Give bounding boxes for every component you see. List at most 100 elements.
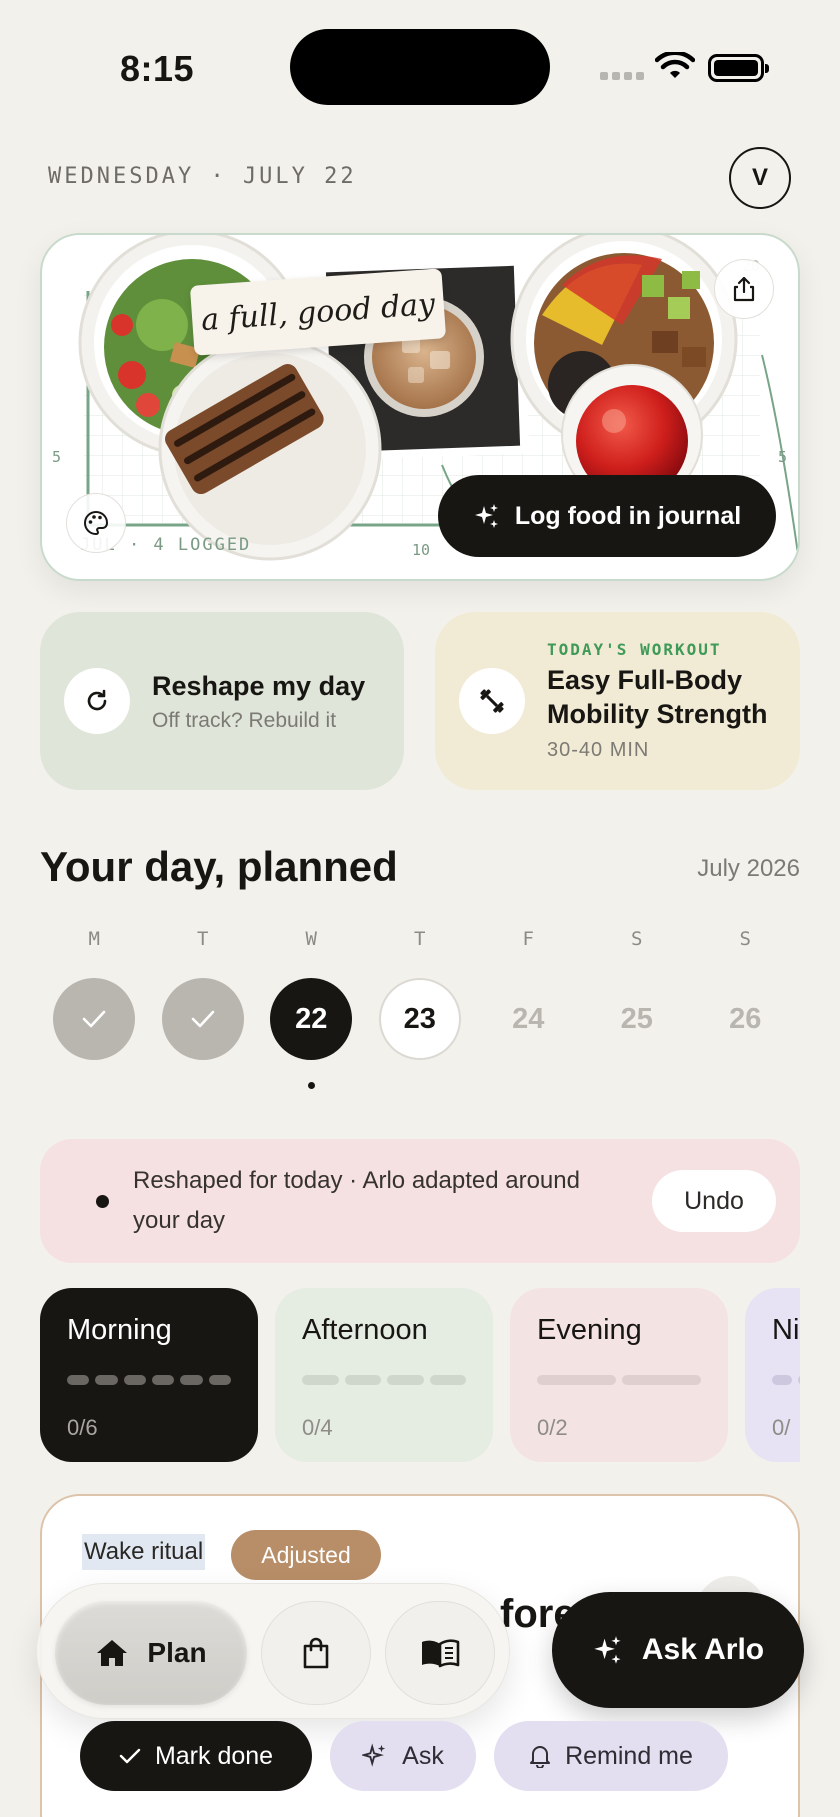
day-letter: W (305, 928, 317, 950)
slot-title: Morning (67, 1314, 172, 1346)
slot-morning[interactable]: Morning 0/6 (40, 1288, 258, 1462)
slot-count: 0/ (772, 1415, 791, 1440)
reshape-title: Reshape my day (152, 671, 366, 701)
planner-month[interactable]: July 2026 (697, 855, 800, 883)
bottom-nav: Plan (36, 1583, 510, 1719)
slot-count: 0/6 (67, 1415, 98, 1440)
remind-me-label: Remind me (565, 1741, 693, 1770)
palette-icon (84, 510, 109, 536)
reshape-subtitle: Off track? Rebuild it (152, 709, 337, 732)
battery-icon (708, 54, 769, 82)
slot-title: Ni (772, 1314, 800, 1346)
axis-label-left: 5 (52, 448, 61, 466)
day-letter: S (631, 928, 643, 950)
nav-plan-label: Plan (147, 1637, 207, 1668)
workout-title-line2: Mobility Strength (547, 699, 768, 729)
ask-arlo-label: Ask Arlo (641, 1633, 765, 1666)
workout-duration: 30-40 MIN (547, 739, 650, 761)
check-icon (191, 1010, 215, 1028)
planner-title: Your day, planned (40, 843, 398, 890)
dynamic-island (290, 29, 550, 105)
slot-progress (772, 1375, 800, 1385)
day-mon[interactable]: M (40, 928, 149, 1089)
log-food-label: Log food in journal (514, 501, 742, 530)
slot-count: 0/4 (302, 1415, 333, 1440)
day-letter: F (522, 928, 534, 950)
slot-night[interactable]: Ni 0/ (745, 1288, 800, 1462)
nav-journal-tab[interactable] (385, 1601, 495, 1705)
status-time: 8:15 (120, 48, 195, 89)
todays-workout-card[interactable]: TODAY'S WORKOUT Easy Full-Body Mobility … (435, 612, 800, 790)
day-circle[interactable]: 24 (487, 978, 569, 1060)
share-button[interactable] (714, 259, 774, 319)
dumbbell-icon (480, 689, 504, 713)
nav-shop-tab[interactable] (261, 1601, 371, 1705)
slot-progress (537, 1375, 701, 1385)
slot-title: Afternoon (302, 1314, 428, 1346)
time-of-day-carousel[interactable]: Morning 0/6 Afternoon 0/4 Evening 0/2 Ni… (40, 1288, 800, 1462)
undo-button[interactable]: Undo (652, 1170, 776, 1232)
banner-text: Reshaped for today · Arlo adapted around… (133, 1167, 580, 1234)
day-letter: T (197, 928, 209, 950)
remind-me-button[interactable]: Remind me (494, 1721, 728, 1791)
dumbbell-icon-wrap (459, 668, 525, 734)
day-wed[interactable]: W 22 (257, 928, 366, 1089)
wifi-icon (655, 52, 695, 78)
nav-plan-tab[interactable]: Plan (55, 1601, 247, 1705)
theme-palette-button[interactable] (66, 493, 126, 553)
task-category: Wake ritual (82, 1534, 206, 1570)
day-tue[interactable]: T (149, 928, 258, 1089)
date-heading: WEDNESDAY · JULY 22 (48, 164, 357, 189)
axis-label-right: 5 (778, 448, 787, 466)
status-dot (96, 1194, 109, 1208)
check-icon (82, 1010, 106, 1028)
day-letter: S (739, 928, 751, 950)
day-circle-completed[interactable] (161, 978, 244, 1060)
workout-eyebrow: TODAY'S WORKOUT (547, 640, 722, 659)
day-circle-today[interactable]: 22 (270, 978, 353, 1060)
daily-collage-card[interactable]: 5 5 10 20 (40, 233, 800, 581)
reshaped-banner: Reshaped for today · Arlo adapted around… (40, 1139, 800, 1263)
workout-title-line1: Easy Full-Body (547, 665, 743, 695)
cellular-signal-icon (600, 72, 644, 80)
axis-label-bottom: 10 (412, 541, 430, 559)
open-book-icon (422, 1639, 460, 1668)
log-food-button[interactable]: Log food in journal (438, 475, 776, 557)
ask-task-button[interactable]: Ask (330, 1721, 476, 1791)
slot-evening[interactable]: Evening 0/2 (510, 1288, 728, 1462)
day-thu[interactable]: T 23 (366, 928, 475, 1089)
sparkle-icon (474, 504, 498, 528)
day-circle[interactable]: 23 (378, 978, 461, 1060)
slot-progress (67, 1375, 231, 1385)
reshape-day-card[interactable]: Reshape my day Off track? Rebuild it (40, 612, 404, 790)
ask-arlo-button[interactable]: Ask Arlo (552, 1592, 804, 1708)
status-bar: 8:15 (0, 0, 840, 130)
avatar[interactable]: V (729, 147, 791, 209)
ask-task-label: Ask (402, 1741, 444, 1770)
share-icon (733, 276, 755, 302)
slot-count: 0/2 (537, 1415, 568, 1440)
mark-done-label: Mark done (154, 1741, 274, 1770)
day-fri[interactable]: F 24 (474, 928, 583, 1089)
slot-afternoon[interactable]: Afternoon 0/4 (275, 1288, 493, 1462)
sparkle-icon (594, 1636, 621, 1664)
home-icon (97, 1640, 128, 1666)
check-icon (119, 1748, 141, 1764)
slot-progress (302, 1375, 466, 1385)
day-sun[interactable]: S 26 (691, 928, 800, 1089)
day-letter: M (88, 928, 100, 950)
day-circle[interactable]: 25 (596, 978, 678, 1060)
shopping-bag-icon (303, 1637, 329, 1669)
week-strip: M T W 22 T 23 F 24 S 25 S 26 (40, 928, 800, 1089)
mark-done-button[interactable]: Mark done (80, 1721, 312, 1791)
slot-title: Evening (537, 1314, 642, 1346)
day-circle-completed[interactable] (53, 978, 136, 1060)
refresh-icon-wrap (64, 668, 130, 734)
day-circle[interactable]: 26 (704, 978, 786, 1060)
sparkle-icon (362, 1743, 386, 1767)
day-letter: T (414, 928, 426, 950)
refresh-icon (87, 689, 107, 711)
adjusted-badge: Adjusted (231, 1530, 381, 1580)
day-sat[interactable]: S 25 (583, 928, 692, 1089)
bell-icon (530, 1746, 551, 1768)
